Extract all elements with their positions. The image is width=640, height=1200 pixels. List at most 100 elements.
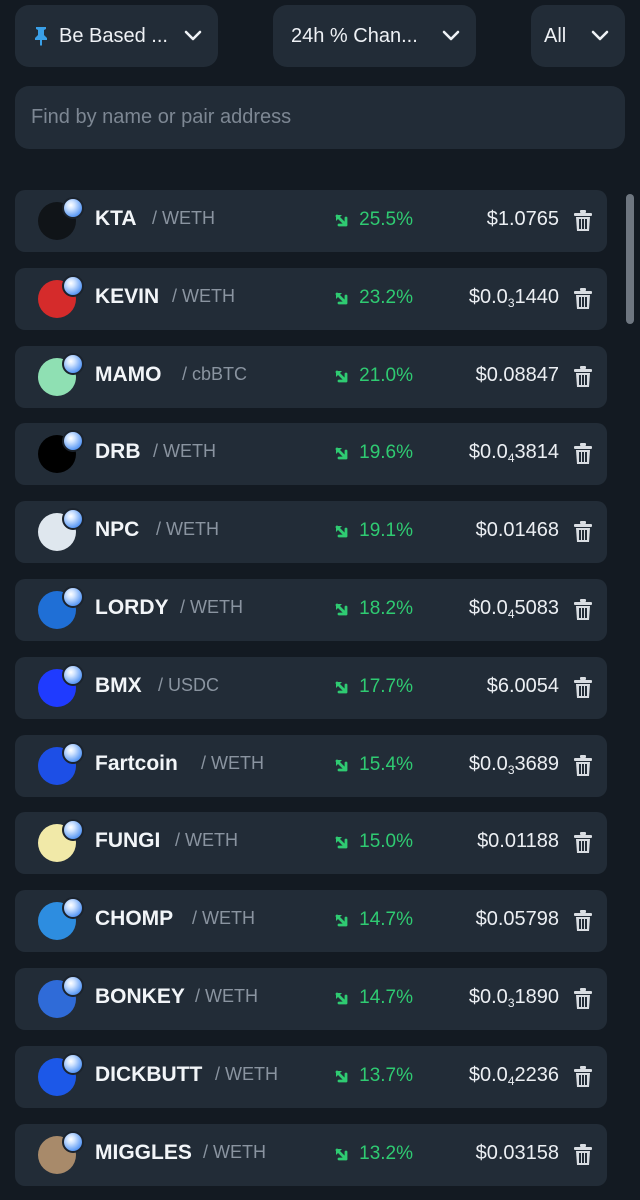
token-pair: / WETH <box>192 908 255 929</box>
price-change: 18.2% <box>335 598 413 620</box>
token-list: KTA / WETH 25.5% $1.0765 KEVIN / WETH 23.2% $0.… <box>15 190 607 1200</box>
trash-icon[interactable] <box>574 210 592 232</box>
trash-icon[interactable] <box>574 676 592 699</box>
trash-icon[interactable] <box>574 832 592 854</box>
price-prefix: $0.0 <box>468 1063 508 1086</box>
price-change: 13.7% <box>335 1065 413 1087</box>
pinned-filter-label: Be Based ... <box>59 24 168 47</box>
token-pair: / WETH <box>156 519 219 540</box>
token-row[interactable]: BONKEY / WETH 14.7% $0.031890 <box>15 967 607 1030</box>
price-value: $6.0054 <box>486 674 559 697</box>
price-change-value: 19.6% <box>359 442 413 464</box>
price-change-value: 14.7% <box>359 986 413 1008</box>
token-price: $0.031440 <box>469 286 559 310</box>
chevron-down-icon <box>184 30 202 42</box>
trend-up-icon <box>335 758 349 772</box>
pin-icon <box>33 26 49 46</box>
token-row[interactable]: NPC / WETH 19.1% $0.01468 <box>15 501 607 564</box>
token-price: $0.01188 <box>477 830 559 853</box>
token-row[interactable]: LORDY / WETH 18.2% $0.045083 <box>15 578 607 641</box>
trash-icon[interactable] <box>574 910 592 932</box>
price-zero-count: 4 <box>507 606 515 621</box>
trend-up-icon <box>335 602 349 616</box>
price-change: 14.7% <box>335 909 413 931</box>
pinned-filter-dropdown[interactable]: Be Based ... <box>15 5 218 67</box>
price-change: 13.2% <box>335 1143 413 1165</box>
token-price: $0.01468 <box>476 519 559 542</box>
range-dropdown[interactable]: All <box>531 5 625 67</box>
price-digits: 1890 <box>514 985 560 1008</box>
price-digits: 1440 <box>514 285 560 308</box>
token-symbol: CHOMP <box>95 907 174 931</box>
sort-dropdown[interactable]: 24h % Chan... <box>273 5 476 67</box>
trash-icon[interactable] <box>574 365 592 388</box>
price-change-value: 15.0% <box>359 831 413 853</box>
price-digits: 3689 <box>514 752 560 775</box>
scrollbar[interactable] <box>626 194 634 324</box>
price-change: 25.5% <box>335 209 413 231</box>
chain-badge-icon <box>62 585 84 608</box>
token-price: $0.031890 <box>469 986 559 1010</box>
price-change: 23.2% <box>335 287 413 309</box>
chain-badge-icon <box>62 741 84 764</box>
token-row[interactable]: MAMO / cbBTC 21.0% $0.08847 <box>15 345 607 408</box>
token-row[interactable]: DRB / WETH 19.6% $0.043814 <box>15 423 607 486</box>
token-pair: / WETH <box>195 985 258 1006</box>
token-pair: / WETH <box>201 752 264 773</box>
price-prefix: $0.0 <box>468 752 508 775</box>
search-input[interactable] <box>15 86 625 149</box>
trend-up-icon <box>335 446 349 460</box>
token-row[interactable]: Fartcoin / WETH 15.4% $0.033689 <box>15 734 607 797</box>
price-change-value: 21.0% <box>359 364 413 386</box>
token-symbol: MIGGLES <box>95 1140 192 1164</box>
token-symbol: KEVIN <box>95 284 160 308</box>
price-change-value: 25.5% <box>359 209 413 230</box>
trash-icon[interactable] <box>574 987 592 1010</box>
price-value: $0.05798 <box>475 908 559 931</box>
token-pair: / WETH <box>152 208 215 228</box>
chevron-down-icon <box>591 30 609 42</box>
token-row[interactable]: CHOMP / WETH 14.7% $0.05798 <box>15 890 607 953</box>
token-row[interactable]: KEVIN / WETH 23.2% $0.031440 <box>15 267 607 330</box>
price-change: 19.1% <box>335 520 413 542</box>
token-symbol: MAMO <box>95 362 162 386</box>
price-value: $0.01468 <box>475 519 559 542</box>
trash-icon[interactable] <box>574 287 592 310</box>
trend-up-icon <box>335 991 349 1005</box>
token-row[interactable]: FUNGI / WETH 15.0% $0.01188 <box>15 812 607 875</box>
token-pair: / WETH <box>180 596 243 617</box>
range-label: All <box>544 24 567 47</box>
token-price: $0.033689 <box>469 753 559 777</box>
trash-icon[interactable] <box>574 1143 592 1166</box>
token-price: $0.042236 <box>469 1064 559 1088</box>
token-price: $0.045083 <box>469 597 559 621</box>
trend-up-icon <box>335 369 349 383</box>
trend-up-icon <box>335 524 349 538</box>
token-row[interactable]: KTA / WETH 25.5% $1.0765 <box>15 190 607 252</box>
trash-icon[interactable] <box>574 754 592 777</box>
token-row[interactable]: BMX / USDC 17.7% $6.0054 <box>15 656 607 719</box>
token-pair: / cbBTC <box>182 363 248 384</box>
token-symbol: FUNGI <box>95 829 161 853</box>
trend-up-icon <box>335 913 349 927</box>
trash-icon[interactable] <box>574 443 592 465</box>
token-row[interactable]: DICKBUTT / WETH 13.7% $0.042236 <box>15 1045 607 1108</box>
price-change-value: 19.1% <box>359 520 413 542</box>
chain-badge-icon <box>62 819 84 842</box>
token-symbol: LORDY <box>95 595 169 619</box>
price-prefix: $0.0 <box>468 985 508 1008</box>
trash-icon[interactable] <box>574 1065 592 1088</box>
price-change-value: 18.2% <box>359 597 413 619</box>
token-price: $0.043814 <box>469 441 559 465</box>
token-pair: / WETH <box>175 830 238 851</box>
price-change: 21.0% <box>335 365 413 387</box>
price-prefix: $0.0 <box>468 285 508 308</box>
chain-badge-icon <box>62 897 84 920</box>
token-row[interactable]: MIGGLES / WETH 13.2% $0.03158 <box>15 1123 607 1186</box>
price-value: $0.08847 <box>475 363 559 386</box>
chain-badge-icon <box>62 974 84 997</box>
price-value: $0.01188 <box>477 830 559 853</box>
trash-icon[interactable] <box>574 598 592 621</box>
chain-badge-icon <box>62 663 84 686</box>
trash-icon[interactable] <box>574 521 592 543</box>
